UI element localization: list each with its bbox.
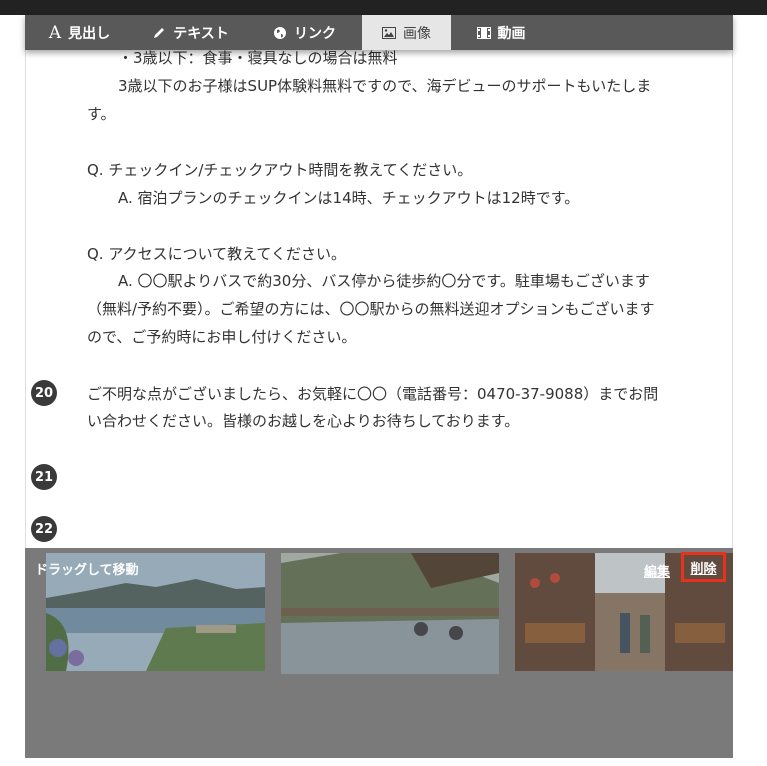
text-line: （無料/予約不要）。ご希望の方には、〇〇駅からの無料送迎オプションもございます — [87, 300, 655, 318]
line-number-badge[interactable]: 21 — [31, 464, 57, 490]
link-tool-button[interactable]: リンク — [247, 15, 362, 50]
text-line: い合わせください。皆様のお越しを心よりお待ちしております。 — [87, 412, 520, 430]
globe-icon — [273, 26, 287, 40]
top-bar — [0, 0, 767, 15]
text-line: ・3歳以下：食事・寝具なしの場合は無料 — [118, 49, 398, 67]
text-line: Q. アクセスについて教えてください。 — [87, 245, 346, 263]
video-tool-label: 動画 — [497, 25, 526, 42]
insert-toolbar: A 見出し テキスト リンク 画像 動画 — [25, 15, 733, 50]
image-tool-button[interactable]: 画像 — [362, 15, 451, 50]
text-line: A. 宿泊プランのチェックインは14時、チェックアウトは12時です。 — [118, 189, 580, 207]
drag-to-move-handle[interactable]: ドラッグして移動 — [35, 559, 139, 578]
delete-link[interactable]: 削除 — [681, 552, 726, 582]
heading-icon: A — [48, 22, 62, 43]
link-tool-label: リンク — [294, 25, 336, 42]
text-line: ご不明な点がございましたら、お気軽に〇〇（電話番号：0470-37-9088）ま… — [87, 385, 659, 403]
text-tool-button[interactable]: テキスト — [134, 15, 247, 50]
image-thumbnail — [281, 553, 499, 674]
video-tool-button[interactable]: 動画 — [451, 15, 551, 50]
line-number-badge[interactable]: 20 — [31, 380, 57, 406]
heading-tool-label: 見出し — [68, 25, 111, 42]
text-line: A. 〇〇駅よりバスで約30分、バス停から徒歩約〇分です。駐車場もございます — [118, 272, 650, 290]
text-line: Q. チェックイン/チェックアウト時間を教えてください。 — [87, 161, 473, 179]
edit-link[interactable]: 編集 — [644, 561, 670, 580]
text-line: 3歳以下のお子様はSUP体験料無料ですので、海デビューのサポートもいたしま — [118, 77, 652, 95]
image-block[interactable]: ドラッグして移動 編集 削除 — [25, 548, 733, 758]
image-tool-label: 画像 — [403, 25, 431, 42]
text-line: ので、ご予約時にお申し付けください。 — [87, 328, 357, 346]
film-icon — [476, 26, 491, 39]
pencil-icon — [152, 26, 166, 40]
heading-tool-button[interactable]: A 見出し — [25, 15, 134, 50]
line-number-badge[interactable]: 22 — [31, 516, 57, 542]
text-line: す。 — [87, 105, 116, 123]
image-icon — [382, 26, 396, 39]
text-tool-label: テキスト — [173, 25, 229, 42]
